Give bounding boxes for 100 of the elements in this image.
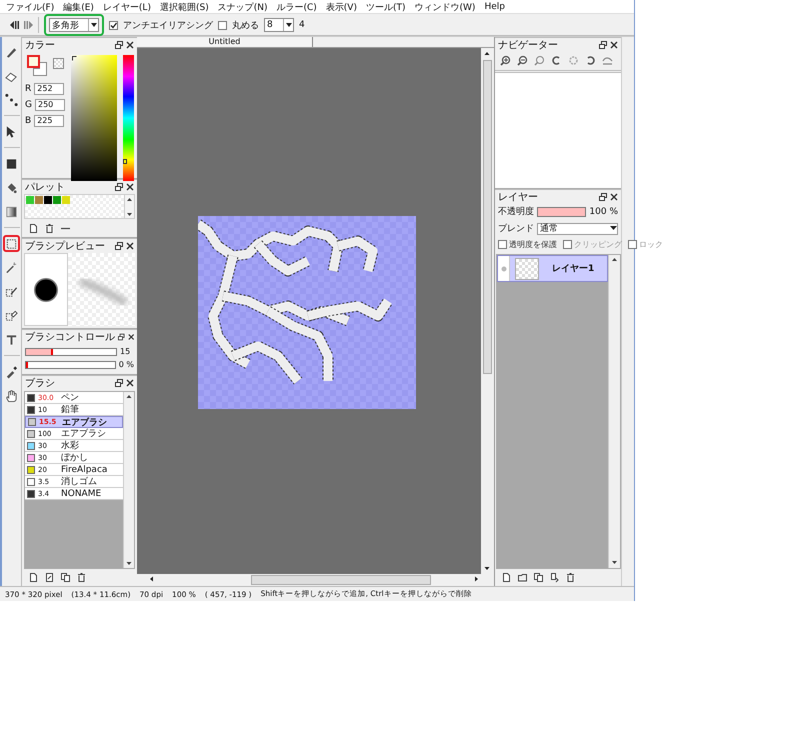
opacity-label: 不透明度 (498, 206, 534, 218)
fill-rect-icon[interactable] (5, 156, 18, 170)
float-icon[interactable] (599, 192, 607, 200)
scroll-down-icon[interactable] (125, 210, 134, 218)
panel-title: パレット (25, 180, 66, 194)
brush-name: エアブラシ (61, 428, 106, 440)
new-page-icon[interactable] (501, 572, 512, 583)
menu-item[interactable]: レイヤー(L) (102, 0, 151, 14)
menu-item[interactable]: ルラー(C) (276, 0, 317, 14)
close-icon[interactable] (126, 242, 134, 250)
color-field[interactable] (70, 55, 118, 181)
channel-field[interactable]: 250 (34, 99, 65, 111)
channel-label: G (25, 100, 32, 110)
merge-icon[interactable] (549, 572, 560, 583)
dot-line-icon[interactable] (5, 92, 18, 106)
foreground-color-swatch[interactable] (27, 55, 40, 68)
folder-icon[interactable] (517, 572, 528, 583)
document-tab[interactable]: Untitled (137, 37, 313, 47)
menu-item[interactable]: 編集(E) (63, 0, 94, 14)
edit-page-icon[interactable] (44, 572, 55, 583)
hue-marker-icon[interactable] (123, 159, 128, 164)
copy-page-icon[interactable] (60, 572, 71, 583)
trash-icon[interactable] (76, 572, 87, 583)
text-icon[interactable] (5, 332, 18, 346)
float-icon[interactable] (115, 242, 123, 250)
new-page-icon[interactable] (28, 572, 39, 583)
scrollbar-thumb[interactable] (483, 60, 492, 374)
gradient-icon[interactable] (5, 204, 18, 218)
step-forward-icon[interactable] (24, 21, 33, 29)
color-swatch[interactable] (62, 196, 70, 204)
float-icon[interactable] (115, 378, 123, 386)
checkbox-label: アンチエイリアシング (123, 20, 213, 32)
color-swatch[interactable] (44, 196, 52, 204)
menu-item[interactable]: 表示(V) (326, 0, 357, 14)
brush-name: 水彩 (61, 440, 79, 452)
rotate-right-icon[interactable] (585, 55, 596, 66)
slider-fill[interactable] (26, 348, 53, 354)
close-icon[interactable] (126, 40, 134, 48)
select-pen-icon[interactable] (5, 284, 18, 298)
channel-label: B (25, 116, 32, 126)
menu-item[interactable]: Help (484, 2, 505, 12)
brush-tip-icon (33, 276, 59, 302)
panel-title: ナビゲーター (498, 38, 559, 52)
float-icon[interactable] (115, 182, 123, 190)
canvas-drawing[interactable] (198, 216, 416, 409)
checkbox[interactable] (563, 240, 572, 249)
menu-item[interactable]: ツール(T) (366, 0, 406, 14)
hand-icon[interactable] (5, 388, 18, 402)
layer-thumbnail (515, 258, 539, 280)
layer-item[interactable]: レイヤー1 (497, 255, 608, 282)
color-swatch[interactable] (26, 196, 34, 204)
close-icon[interactable] (128, 332, 134, 340)
select-eraser-icon[interactable] (5, 308, 18, 322)
step-back-icon[interactable] (10, 21, 19, 29)
panel-title: カラー (25, 38, 56, 52)
new-page-icon[interactable] (28, 223, 39, 234)
copy-page-icon[interactable] (533, 572, 544, 583)
round-dropdown[interactable]: 8 (264, 18, 294, 32)
trash-icon[interactable] (565, 572, 576, 583)
flip-icon[interactable] (602, 55, 613, 66)
menu-item[interactable]: スナップ(N) (218, 0, 268, 14)
zoom-out-icon[interactable] (517, 55, 528, 66)
menu-item[interactable]: ファイル(F) (6, 0, 54, 14)
checkbox[interactable] (498, 240, 507, 249)
visibility-dot-icon[interactable] (500, 266, 506, 272)
float-icon[interactable] (115, 40, 123, 48)
menu-item[interactable]: ウィンドウ(W) (414, 0, 476, 14)
hue-bar[interactable] (123, 55, 134, 181)
magic-wand-icon[interactable] (5, 260, 18, 274)
opacity-slider-fill[interactable] (538, 208, 586, 216)
close-icon[interactable] (126, 182, 134, 190)
panel-title: レイヤー (498, 190, 539, 204)
close-icon[interactable] (610, 40, 618, 48)
channel-field[interactable]: 225 (34, 115, 64, 127)
float-icon[interactable] (118, 332, 124, 340)
checkbox[interactable] (218, 20, 227, 30)
checkbox[interactable] (109, 20, 118, 30)
trash-icon[interactable] (44, 223, 55, 234)
panel-title: ブラシプレビュー (25, 240, 106, 252)
unit-label: 4 (299, 20, 305, 30)
transparent-swatch[interactable] (53, 58, 64, 69)
color-swatch[interactable] (35, 196, 43, 204)
bucket-icon[interactable] (5, 180, 18, 194)
close-icon[interactable] (610, 192, 618, 200)
channel-field[interactable]: 252 (34, 83, 64, 95)
color-swatch[interactable] (53, 196, 61, 204)
rotate-left-icon[interactable] (551, 55, 562, 66)
checkbox-label: 透明度を保護 (509, 239, 557, 250)
close-icon[interactable] (126, 378, 134, 386)
checkbox[interactable] (628, 240, 637, 249)
blend-dropdown[interactable]: 通常 (537, 222, 618, 234)
magnifier-icon[interactable] (534, 55, 545, 66)
checkbox-label: 丸める (232, 20, 259, 32)
move-icon[interactable] (5, 124, 18, 138)
float-icon[interactable] (599, 40, 607, 48)
eyedropper-icon[interactable] (5, 364, 18, 378)
menu-item[interactable]: 選択範囲(S) (160, 0, 209, 14)
zoom-in-icon[interactable] (500, 55, 511, 66)
shape-dropdown[interactable]: 多角形 (49, 18, 99, 32)
scrollbar-thumb[interactable] (251, 575, 431, 585)
